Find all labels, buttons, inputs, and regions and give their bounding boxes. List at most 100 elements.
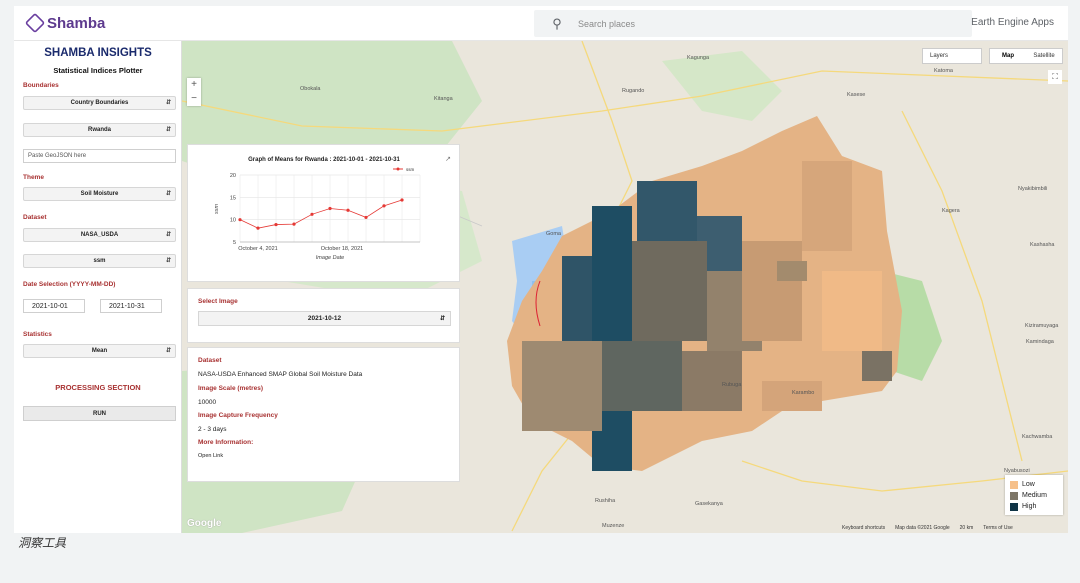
place-label: Kashasha: [1030, 242, 1055, 248]
dataset-heading: Dataset: [198, 357, 222, 364]
open-link[interactable]: Open Link: [198, 453, 223, 459]
sidebar: SHAMBA INSIGHTS Statistical Indices Plot…: [14, 41, 182, 533]
chevron-updown-icon: ⇵: [165, 127, 171, 133]
dataset-value: NASA-USDA Enhanced SMAP Global Soil Mois…: [198, 371, 363, 378]
legend-swatch-medium: [1010, 491, 1018, 500]
top-bar: Shamba ⚲ Search places Earth Engine Apps: [14, 6, 1068, 41]
earth-engine-apps-link[interactable]: Earth Engine Apps: [971, 17, 1054, 28]
search-box[interactable]: ⚲ Search places: [534, 10, 972, 37]
legend-label: Low: [1022, 481, 1035, 488]
capture-frequency-heading: Image Capture Frequency: [198, 412, 278, 419]
search-icon: ⚲: [552, 15, 562, 31]
select-image-value: 2021-10-12: [307, 315, 342, 322]
place-label: Nyakibimbili: [1018, 186, 1048, 192]
place-label: Katoma: [934, 68, 953, 74]
terms-link[interactable]: Terms of Use: [983, 525, 1012, 531]
boundary-type-value: Country Boundaries: [70, 100, 129, 106]
dataset-select[interactable]: NASA_USDA ⇵: [23, 228, 176, 242]
zoom-in-button[interactable]: +: [187, 78, 201, 92]
data-point: [382, 204, 386, 208]
legend-label: High: [1022, 503, 1037, 510]
geojson-input[interactable]: Paste GeoJSON here: [23, 149, 176, 163]
data-point: [346, 208, 350, 212]
more-info-heading: More Information:: [198, 439, 254, 446]
map-data-text: Map data ©2021 Google: [895, 525, 950, 531]
y-axis-label: ssm: [214, 204, 220, 215]
data-point: [274, 222, 278, 227]
place-label: Kitanga: [434, 96, 453, 102]
map-attribution: Keyboard shortcuts Map data ©2021 Google…: [842, 525, 1013, 531]
series-line: [239, 199, 403, 229]
dataset-value: NASA_USDA: [80, 232, 119, 238]
map-legend: Low Medium High: [1005, 475, 1063, 515]
chart-title: Graph of Means for Rwanda : 2021-10-01 -…: [248, 157, 400, 163]
logo-text: Shamba: [47, 14, 106, 32]
end-date-input[interactable]: 2021-10-31: [100, 299, 162, 313]
select-image-label: Select Image: [198, 298, 238, 305]
legend-label: Medium: [1022, 492, 1047, 499]
scale-bar: 20 km: [959, 525, 974, 531]
y-tick-label: 5: [233, 240, 236, 246]
legend-marker: [396, 167, 400, 171]
select-image-dropdown[interactable]: 2021-10-12 ⇵: [198, 311, 451, 326]
y-tick-label: 15: [230, 195, 236, 201]
place-label: Kagera: [942, 208, 960, 214]
data-point: [328, 206, 332, 211]
dataset-info-panel: Dataset NASA-USDA Enhanced SMAP Global S…: [187, 347, 460, 482]
google-logo: Google: [187, 518, 222, 529]
x-tick-label: October 4, 2021: [238, 246, 277, 252]
data-point: [256, 226, 260, 230]
theme-select[interactable]: Soil Moisture ⇵: [23, 187, 176, 201]
place-label: Muzenze: [602, 523, 625, 529]
legend-swatch-low: [1010, 480, 1018, 489]
map-type-map[interactable]: Map: [990, 49, 1026, 63]
data-point: [310, 212, 314, 216]
place-label: Kamindaga: [1026, 339, 1054, 345]
band-select[interactable]: ssm ⇵: [23, 254, 176, 268]
data-point: [364, 215, 368, 220]
place-label: Kasese: [847, 92, 866, 98]
app-window: Shamba ⚲ Search places Earth Engine Apps…: [14, 6, 1068, 533]
chevron-updown-icon: ⇵: [165, 232, 171, 238]
chevron-updown-icon: ⇵: [439, 316, 445, 322]
ssm-chart: Graph of Means for Rwanda : 2021-10-01 -…: [214, 157, 421, 261]
map-type-control: Map Satellite: [989, 48, 1063, 64]
band-value: ssm: [93, 258, 106, 264]
chevron-updown-icon: ⇵: [165, 258, 171, 264]
shamba-logo[interactable]: Shamba: [24, 12, 106, 34]
start-date-input[interactable]: 2021-10-01: [23, 299, 85, 313]
chevron-updown-icon: ⇵: [165, 100, 171, 106]
date-selection-label: Date Selection (YYYY-MM-DD): [23, 281, 116, 288]
fullscreen-icon[interactable]: ⛶: [1048, 70, 1062, 84]
layers-button[interactable]: Layers: [922, 48, 982, 64]
boundary-type-select[interactable]: Country Boundaries ⇵: [23, 96, 176, 110]
chevron-updown-icon: ⇵: [165, 191, 171, 197]
zoom-control: + −: [187, 78, 201, 106]
run-button[interactable]: RUN: [23, 406, 176, 421]
chart-panel: ↗ Graph of Means for Rwanda : 2021-10-01…: [187, 144, 460, 282]
chevron-updown-icon: ⇵: [165, 348, 171, 354]
dataset-label: Dataset: [23, 214, 47, 221]
image-scale-heading: Image Scale (metres): [198, 385, 264, 392]
statistic-value: Mean: [91, 348, 108, 354]
legend-swatch-high: [1010, 502, 1018, 511]
boundaries-label: Boundaries: [23, 82, 59, 89]
country-select[interactable]: Rwanda ⇵: [23, 123, 176, 137]
legend-row: Medium: [1010, 490, 1058, 501]
capture-frequency-value: 2 - 3 days: [198, 426, 227, 433]
y-tick-label: 20: [230, 173, 236, 179]
place-label: Gasekanya: [695, 501, 723, 507]
place-label: Rushiha: [595, 498, 616, 504]
place-label: Karambo: [792, 390, 815, 396]
x-tick-label: October 18, 2021: [321, 246, 364, 252]
legend-row: Low: [1010, 479, 1058, 490]
app-title: SHAMBA INSIGHTS: [44, 47, 152, 59]
zoom-out-button[interactable]: −: [187, 92, 201, 106]
geojson-placeholder: Paste GeoJSON here: [28, 153, 87, 159]
statistic-select[interactable]: Mean ⇵: [23, 344, 176, 358]
search-input[interactable]: Search places: [578, 19, 635, 29]
map-type-satellite[interactable]: Satellite: [1026, 49, 1062, 63]
theme-value: Soil Moisture: [80, 191, 119, 197]
keyboard-shortcuts-link[interactable]: Keyboard shortcuts: [842, 525, 885, 531]
theme-label: Theme: [23, 174, 44, 181]
